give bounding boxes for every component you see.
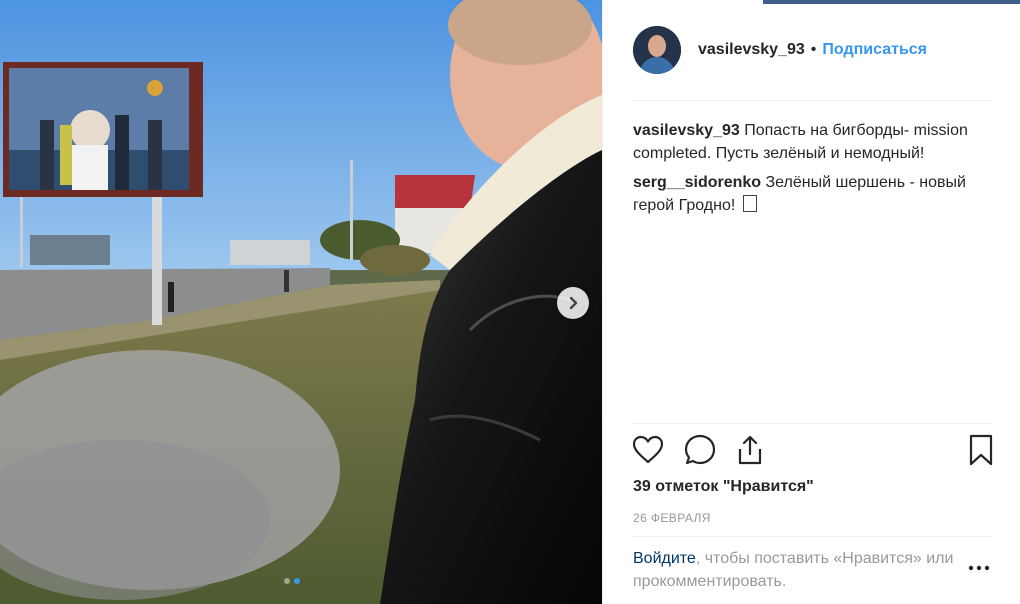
share-button[interactable] xyxy=(733,433,767,467)
like-button[interactable] xyxy=(631,433,665,467)
login-link[interactable]: Войдите xyxy=(633,550,696,567)
avatar-image xyxy=(633,26,681,74)
bookmark-icon xyxy=(969,434,993,466)
carousel-dot-active xyxy=(294,578,300,584)
chevron-right-icon xyxy=(569,296,578,310)
header-divider xyxy=(633,100,991,101)
separator-dot: • xyxy=(810,41,817,58)
footer-divider xyxy=(633,536,991,537)
carousel-indicator xyxy=(284,578,300,584)
comment-item: serg__sidorenko Зелёный шершень - новый … xyxy=(633,171,998,217)
carousel-dot xyxy=(284,578,290,584)
photo-scene xyxy=(0,0,602,604)
next-slide-button[interactable] xyxy=(557,287,589,319)
more-options-button[interactable] xyxy=(965,558,993,578)
share-icon xyxy=(738,435,762,465)
actions-divider xyxy=(633,423,991,424)
post-sidebar: vasilevsky_93 • Подписаться vasilevsky_9… xyxy=(602,0,1020,604)
avatar[interactable] xyxy=(633,26,681,74)
likes-count[interactable]: 39 отметок "Нравится" xyxy=(633,478,814,496)
post-header: vasilevsky_93 • Подписаться xyxy=(603,18,1020,82)
save-button[interactable] xyxy=(964,433,998,467)
login-prompt: Войдите, чтобы поставить «Нравится» или … xyxy=(633,547,963,593)
follow-button[interactable]: Подписаться xyxy=(822,41,927,59)
post-photo[interactable] xyxy=(0,0,602,604)
comment-username[interactable]: serg__sidorenko xyxy=(633,174,761,191)
heart-icon xyxy=(632,435,664,464)
action-bar xyxy=(631,433,996,469)
comment-icon xyxy=(684,434,716,465)
comment-button[interactable] xyxy=(683,433,717,467)
caption: vasilevsky_93 Попасть на бигборды- missi… xyxy=(633,119,998,165)
missing-emoji-glyph xyxy=(742,195,757,212)
comments-list: vasilevsky_93 Попасть на бигборды- missi… xyxy=(633,119,998,223)
more-options-icon xyxy=(968,565,990,571)
top-strip xyxy=(763,0,1020,4)
post-date[interactable]: 26 ФЕВРАЛЯ xyxy=(633,511,711,525)
caption-username[interactable]: vasilevsky_93 xyxy=(633,122,740,139)
author-username[interactable]: vasilevsky_93 xyxy=(698,41,805,59)
